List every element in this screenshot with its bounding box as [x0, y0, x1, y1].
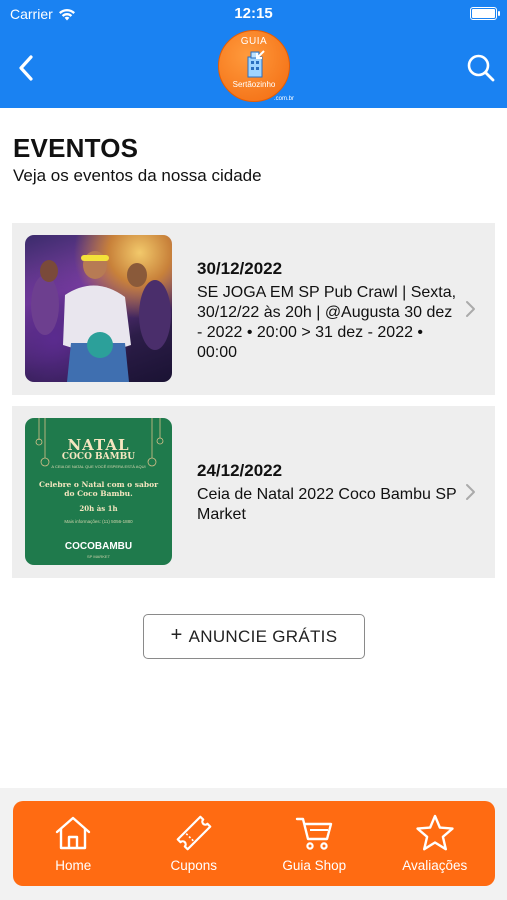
battery-icon	[470, 7, 500, 20]
flyer-brand: COCOBAMBU	[64, 541, 133, 552]
chevron-right-icon	[466, 301, 475, 317]
event-date: 30/12/2022	[197, 259, 283, 278]
tab-avaliacoes[interactable]: Avaliações	[375, 801, 496, 886]
flyer-heading-2: COCO BAMBU	[61, 452, 136, 462]
logo-text-top: GUIA	[240, 36, 268, 47]
flyer-tagline: A CEIA DE NATAL QUE VOCÊ ESPERA ESTÁ AQU…	[51, 464, 146, 469]
back-button[interactable]	[8, 48, 44, 88]
flyer-hours: 20h às 1h	[79, 504, 118, 513]
chevron-left-icon	[19, 55, 33, 81]
flyer-info: Mais informações: (11) 5056-1880	[64, 519, 133, 524]
event-title: SE JOGA EM SP Pub Crawl | Sexta, 30/12/2…	[197, 284, 457, 361]
anuncie-gratis-label: ANUNCIE GRÁTIS	[188, 626, 338, 646]
home-icon	[56, 816, 91, 850]
status-time: 12:15	[234, 5, 273, 22]
anuncie-gratis-button[interactable]: + ANUNCIE GRÁTIS	[143, 614, 365, 659]
event-card[interactable]: NATAL COCO BAMBU A CEIA DE NATAL QUE VOC…	[12, 406, 495, 578]
tab-cupons[interactable]: Cupons	[134, 801, 255, 886]
flyer-brand-sub: SP MARKET	[86, 554, 111, 559]
search-button[interactable]	[461, 48, 501, 88]
star-icon	[416, 814, 454, 851]
tab-guia-shop[interactable]: Guia Shop	[254, 801, 375, 886]
chevron-right-icon	[466, 484, 475, 500]
plus-icon: +	[170, 623, 183, 646]
tab-home-label: Home	[55, 858, 92, 873]
tab-guia-shop-label: Guia Shop	[282, 858, 347, 873]
nav-bar: GUIA Sertãozinho .com.br	[0, 28, 507, 108]
cart-icon	[296, 817, 333, 850]
event-image	[25, 235, 172, 382]
event-date: 24/12/2022	[197, 461, 283, 480]
ticket-icon	[176, 815, 212, 851]
event-card[interactable]: 30/12/2022 SE JOGA EM SP Pub Crawl | Sex…	[12, 223, 495, 395]
tab-home[interactable]: Home	[13, 801, 134, 886]
page-subtitle: Veja os eventos da nossa cidade	[13, 166, 262, 185]
party-photo-image	[31, 251, 171, 382]
app-logo: GUIA Sertãozinho .com.br	[216, 30, 294, 106]
tab-avaliacoes-label: Avaliações	[402, 858, 468, 873]
tab-cupons-label: Cupons	[170, 858, 218, 873]
flyer-body: Celebre o Natal com o sabor do Coco Bamb…	[38, 480, 159, 498]
tab-bar: Home Cupons Guia Shop Avaliações	[13, 801, 495, 886]
search-icon	[467, 54, 495, 82]
event-title: Ceia de Natal 2022 Coco Bambu SP Market	[197, 486, 457, 523]
logo-suffix: .com.br	[273, 96, 294, 102]
building-icon	[247, 50, 265, 78]
logo-text-bottom: Sertãozinho	[232, 80, 276, 89]
page-title: EVENTOS	[13, 133, 139, 163]
event-image: NATAL COCO BAMBU A CEIA DE NATAL QUE VOC…	[25, 418, 172, 565]
status-bar: Carrier 12:15	[0, 0, 507, 28]
